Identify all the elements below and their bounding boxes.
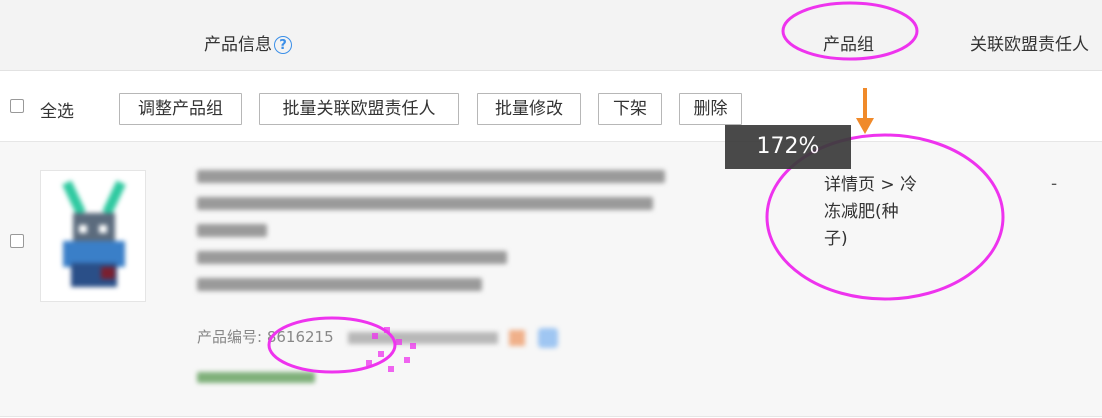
product-code-label: 产品编号: <box>197 328 263 346</box>
product-code-value: 8616215 <box>266 328 334 346</box>
batch-edit-button[interactable]: 批量修改 <box>477 93 581 125</box>
row-checkbox[interactable] <box>10 234 24 248</box>
column-header-product-info: 产品信息? <box>204 30 292 55</box>
table-row: 产品编号: 8616215 详情页 > 冷 冻减肥(种 子) - <box>0 142 1102 417</box>
adjust-product-group-button[interactable]: 调整产品组 <box>119 93 242 125</box>
product-group-line: 子) <box>824 229 848 249</box>
select-all-checkbox[interactable] <box>10 99 24 113</box>
product-group-line: 冻减肥(种 <box>824 202 899 222</box>
column-header-product-group[interactable]: 产品组 <box>823 30 874 55</box>
redacted-text <box>348 331 499 344</box>
product-info-label: 产品信息 <box>204 35 272 55</box>
tag-icon[interactable] <box>509 329 526 346</box>
product-group-line: 详情页 > 冷 <box>824 175 918 195</box>
select-all-label[interactable]: 全选 <box>40 97 74 122</box>
product-title-blurred[interactable] <box>197 170 667 305</box>
product-group-path: 详情页 > 冷 冻减肥(种 子) <box>824 172 944 253</box>
delist-button[interactable]: 下架 <box>598 93 662 125</box>
batch-link-eu-responsible-button[interactable]: 批量关联欧盟责任人 <box>259 93 459 125</box>
product-thumbnail[interactable] <box>40 170 146 302</box>
help-icon[interactable]: ? <box>274 36 292 54</box>
puzzle-icon[interactable] <box>538 327 558 348</box>
bulk-action-toolbar: 全选 调整产品组 批量关联欧盟责任人 批量修改 下架 删除 <box>0 71 1102 142</box>
eu-responsible-value: - <box>1051 174 1058 194</box>
table-header: 产品信息? 产品组 关联欧盟责任人 <box>0 0 1102 71</box>
zoom-level-indicator: 172% <box>725 125 851 169</box>
column-header-eu-responsible[interactable]: 关联欧盟责任人 <box>970 30 1089 55</box>
delete-button[interactable]: 删除 <box>679 93 742 125</box>
product-code-row: 产品编号: 8616215 <box>197 326 558 348</box>
product-link-blurred[interactable] <box>197 372 315 383</box>
